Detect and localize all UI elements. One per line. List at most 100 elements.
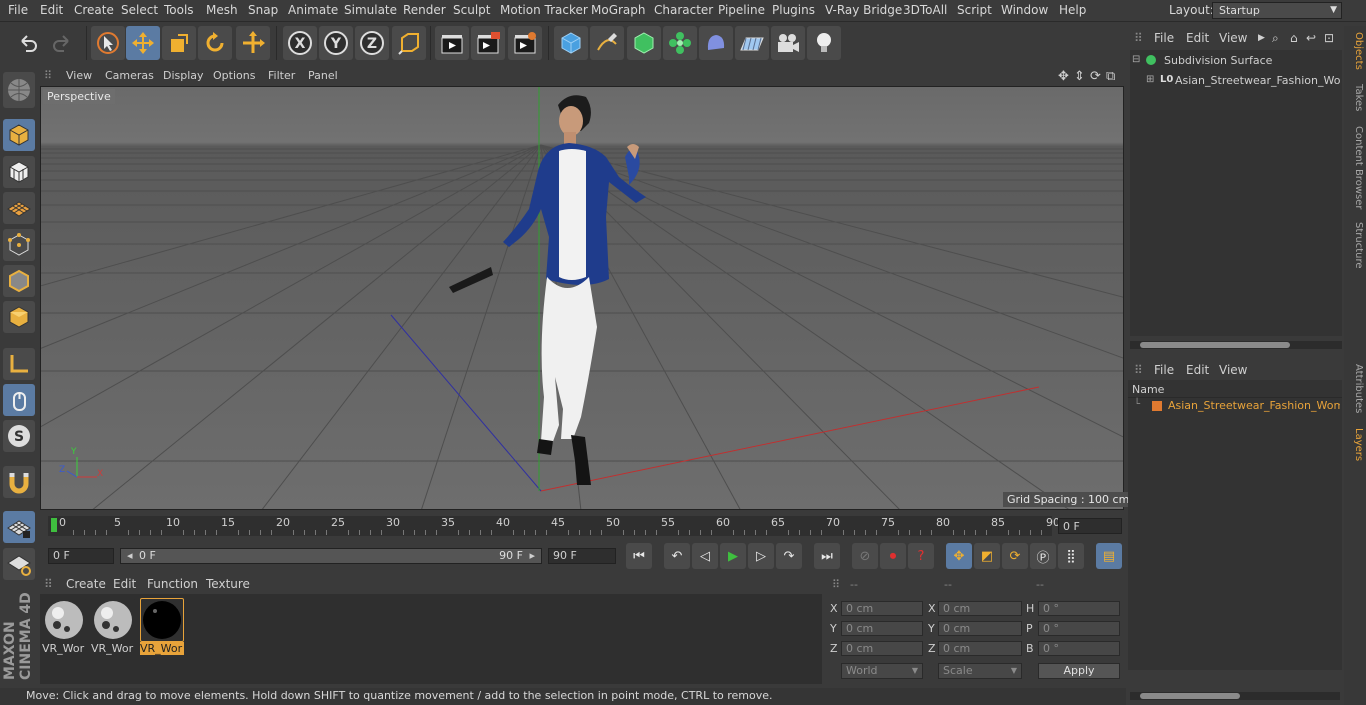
viewport-menu-view[interactable]: View [66, 69, 92, 82]
redo-button[interactable] [46, 26, 80, 60]
menu-tools[interactable]: Tools [164, 3, 194, 17]
tweak-mode-button[interactable] [3, 384, 35, 416]
3d-viewport[interactable]: Y X Z [40, 86, 1124, 510]
coordinate-system-button[interactable] [392, 26, 426, 60]
tab-content-browser[interactable]: Content Browser [1346, 126, 1364, 209]
start-frame-field[interactable]: 0 F [48, 548, 114, 564]
material-swatch[interactable]: VR_Wor [91, 598, 135, 655]
layers-menu-file[interactable]: File [1154, 363, 1174, 377]
menu-plugins[interactable]: Plugins [772, 3, 815, 17]
key-parameter-button[interactable]: Ⓟ [1030, 543, 1056, 569]
rot-b-field[interactable]: 0 ° [1038, 641, 1120, 656]
menu-edit[interactable]: Edit [40, 3, 63, 17]
menu-snap[interactable]: Snap [248, 3, 278, 17]
maximize-view-icon[interactable]: ⧉ [1106, 69, 1115, 84]
scale-tool-button[interactable] [162, 26, 196, 60]
menu-simulate[interactable]: Simulate [344, 3, 397, 17]
render-to-picture-viewer-button[interactable] [471, 26, 505, 60]
new-view-icon[interactable]: ⊡ [1324, 31, 1334, 45]
rot-p-field[interactable]: 0 ° [1038, 621, 1120, 636]
locked-workplane-button[interactable] [3, 548, 35, 580]
material-swatch[interactable]: VR_Wor [42, 598, 86, 655]
menu-vray-bridge[interactable]: V-Ray Bridge [825, 3, 902, 17]
home-icon[interactable]: ⌂ [1290, 31, 1298, 45]
workplane-lock-button[interactable] [3, 511, 35, 543]
search-icon[interactable]: ⌕ [1272, 31, 1279, 46]
layer-row[interactable]: └ Asian_Streetwear_Fashion_Woma [1130, 399, 1342, 415]
back-icon[interactable]: ↩ [1306, 31, 1316, 45]
keyframe-selection-button[interactable]: ? [908, 543, 934, 569]
menu-create[interactable]: Create [74, 3, 114, 17]
menu-mesh[interactable]: Mesh [206, 3, 238, 17]
menu-window[interactable]: Window [1001, 3, 1048, 17]
tab-structure[interactable]: Structure [1346, 222, 1364, 269]
record-objects-button[interactable]: ⊘ [852, 543, 878, 569]
rot-h-field[interactable]: 0 ° [1038, 601, 1120, 616]
material-swatch-selected[interactable]: VR_Wor [140, 598, 184, 655]
pen-spline-button[interactable] [590, 26, 624, 60]
transform-tool-button[interactable] [236, 26, 270, 60]
key-position-button[interactable]: ✥ [946, 543, 972, 569]
snap-button[interactable] [3, 466, 35, 498]
size-z-field[interactable]: 0 cm [938, 641, 1022, 656]
rotate-view-icon[interactable]: ⟳ [1090, 69, 1101, 84]
subdivision-surface-button[interactable] [627, 26, 661, 60]
tab-attributes[interactable]: Attributes [1346, 364, 1364, 413]
menu-script[interactable]: Script [957, 3, 992, 17]
move-tool-button[interactable] [126, 26, 160, 60]
menu-file[interactable]: File [8, 3, 28, 17]
pos-x-field[interactable]: 0 cm [841, 601, 923, 616]
go-to-start-button[interactable]: ⏮ [626, 543, 652, 569]
autokeying-button[interactable]: ⏺ [880, 543, 906, 569]
object-horizontal-scrollbar[interactable] [1130, 341, 1342, 349]
point-mode-button[interactable] [3, 229, 35, 261]
key-scale-button[interactable]: ◩ [974, 543, 1000, 569]
layers-menu-view[interactable]: View [1219, 363, 1247, 377]
solo-mode-button[interactable]: S [3, 420, 35, 452]
pan-view-icon[interactable]: ✥ [1058, 69, 1069, 84]
render-settings-button[interactable] [508, 26, 542, 60]
viewport-menu-options[interactable]: Options [213, 69, 255, 82]
layers-menu-edit[interactable]: Edit [1186, 363, 1209, 377]
tree-toggle-icon[interactable]: ⊟ [1132, 54, 1140, 65]
material-menu-texture[interactable]: Texture [206, 577, 250, 591]
viewport-menu-cameras[interactable]: Cameras [105, 69, 154, 82]
camera-object-button[interactable] [771, 26, 805, 60]
viewport-menu-display[interactable]: Display [163, 69, 204, 82]
layer-color-swatch[interactable] [1152, 401, 1162, 411]
viewport-menu-panel[interactable]: Panel [308, 69, 338, 82]
cube-object-button[interactable] [554, 26, 588, 60]
pos-y-field[interactable]: 0 cm [841, 621, 923, 636]
model-mode-button[interactable] [3, 119, 35, 151]
size-x-field[interactable]: 0 cm [938, 601, 1022, 616]
scroll-thumb[interactable] [1140, 342, 1290, 348]
dolly-view-icon[interactable]: ⇕ [1074, 69, 1085, 84]
live-selection-button[interactable] [91, 26, 125, 60]
undo-button[interactable] [10, 26, 44, 60]
z-axis-lock-button[interactable]: Z [355, 26, 389, 60]
render-view-button[interactable] [435, 26, 469, 60]
objects-menu-view[interactable]: View [1219, 31, 1247, 45]
object-row-subdivision[interactable]: ⊟ Subdivision Surface [1132, 54, 1338, 70]
end-frame-field[interactable]: 90 F [548, 548, 616, 564]
key-rotation-button[interactable]: ⟳ [1002, 543, 1028, 569]
menu-mograph[interactable]: MoGraph [591, 3, 646, 17]
objects-menu-edit[interactable]: Edit [1186, 31, 1209, 45]
mograph-cloner-button[interactable] [663, 26, 697, 60]
more-arrow-icon[interactable]: ▶ [1258, 33, 1265, 43]
viewport-menu-filter[interactable]: Filter [268, 69, 295, 82]
current-frame-field[interactable]: 0 F [1058, 518, 1122, 534]
menu-render[interactable]: Render [403, 3, 446, 17]
polygon-mode-button[interactable] [3, 301, 35, 333]
deformer-button[interactable] [699, 26, 733, 60]
menu-select[interactable]: Select [121, 3, 158, 17]
menu-character[interactable]: Character [654, 3, 713, 17]
scroll-thumb[interactable] [1140, 693, 1240, 699]
menu-sculpt[interactable]: Sculpt [453, 3, 490, 17]
layer-horizontal-scrollbar[interactable] [1130, 692, 1340, 700]
apply-button[interactable]: Apply [1038, 663, 1120, 679]
play-button[interactable]: ▶ [720, 543, 746, 569]
tree-toggle-icon[interactable]: ⊞ [1146, 74, 1154, 85]
axis-mode-button[interactable] [3, 348, 35, 380]
menu-3dtoall[interactable]: 3DToAll [903, 3, 947, 17]
